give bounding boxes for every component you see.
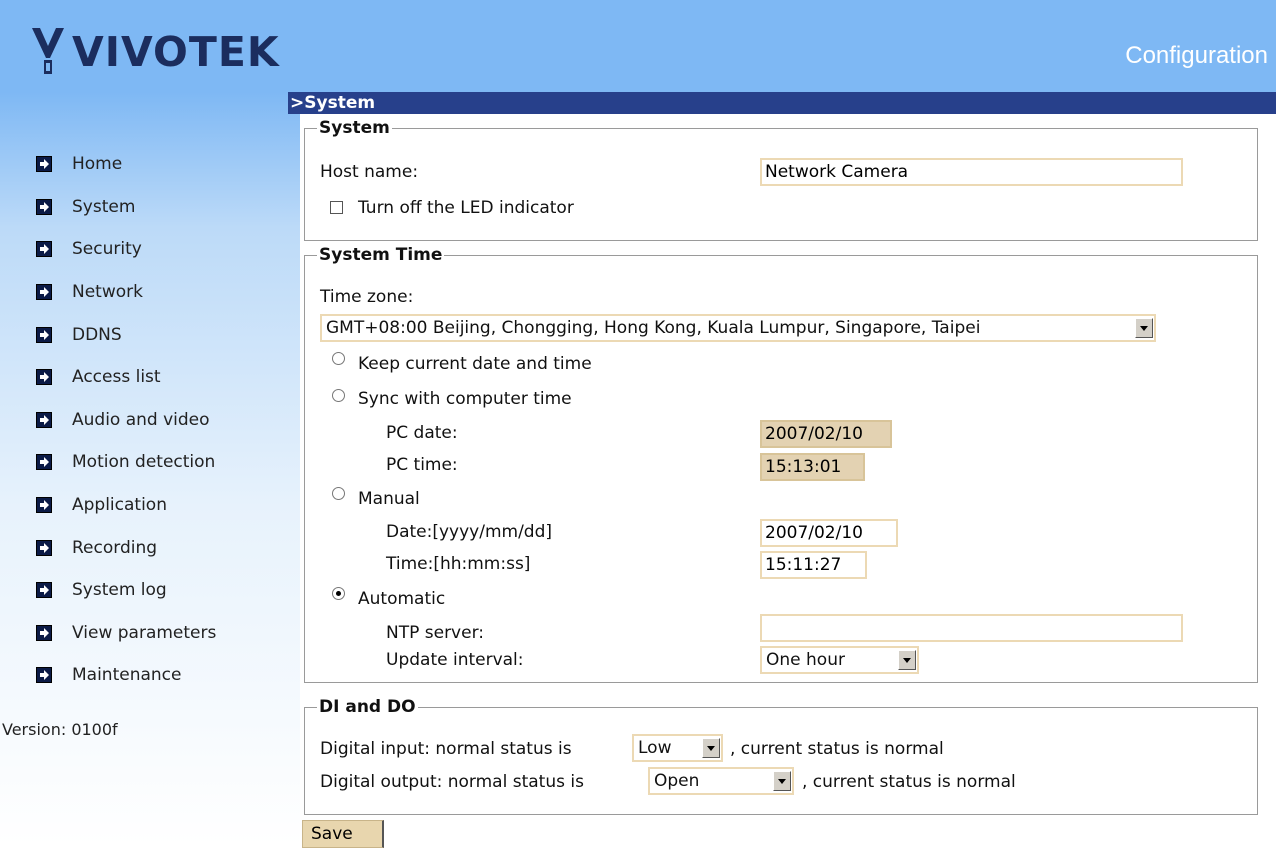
digital-input-prefix: Digital input: normal status is (320, 739, 572, 759)
chevron-down-icon (773, 771, 791, 791)
sidebar-item-ddns[interactable]: DDNS (36, 313, 216, 356)
time-label: Time:[hh:mm:ss] (386, 554, 531, 574)
sidebar-item-label: Maintenance (72, 665, 182, 686)
sidebar-item-home[interactable]: Home (36, 143, 216, 186)
time-input[interactable] (760, 551, 867, 579)
time-zone-value: GMT+08:00 Beijing, Chongging, Hong Kong,… (326, 318, 981, 338)
keep-current-label: Keep current date and time (358, 354, 592, 374)
sidebar-item-access-list[interactable]: Access list (36, 356, 216, 399)
sync-computer-label: Sync with computer time (358, 389, 572, 409)
pc-time-label: PC time: (386, 455, 458, 475)
automatic-label: Automatic (358, 589, 446, 609)
sidebar-item-motion-detection[interactable]: Motion detection (36, 441, 216, 484)
sidebar-item-label: Application (72, 495, 167, 516)
arrow-right-icon (36, 326, 52, 343)
radio-sync-computer[interactable] (332, 389, 345, 402)
host-name-input[interactable] (760, 158, 1183, 186)
sidebar-item-application[interactable]: Application (36, 484, 216, 527)
sidebar-item-audio-video[interactable]: Audio and video (36, 399, 216, 442)
radio-manual[interactable] (332, 487, 345, 500)
system-legend: System (319, 118, 390, 138)
sidebar-item-system-log[interactable]: System log (36, 569, 216, 612)
radio-automatic[interactable] (332, 587, 345, 600)
update-interval-select[interactable]: One hour (760, 646, 919, 674)
host-name-label: Host name: (320, 162, 419, 182)
sidebar-item-view-parameters[interactable]: View parameters (36, 612, 216, 655)
ntp-server-input[interactable] (760, 614, 1183, 642)
sidebar-item-label: DDNS (72, 324, 122, 345)
digital-output-prefix: Digital output: normal status is (320, 772, 584, 792)
arrow-right-icon (36, 411, 52, 428)
chevron-down-icon (1135, 318, 1153, 338)
led-checkbox-label: Turn off the LED indicator (358, 198, 574, 218)
radio-keep-current[interactable] (332, 352, 345, 365)
chevron-down-icon (898, 650, 916, 670)
pc-date-field (760, 420, 892, 448)
sidebar-item-label: Audio and video (72, 409, 210, 430)
sidebar-item-recording[interactable]: Recording (36, 526, 216, 569)
date-label: Date:[yyyy/mm/dd] (386, 522, 553, 542)
save-button[interactable]: Save (302, 820, 384, 848)
ntp-server-label: NTP server: (386, 623, 484, 643)
header-bar: VIVOTEK Configuration (0, 0, 1276, 92)
sidebar-item-label: Motion detection (72, 452, 216, 473)
manual-label: Manual (358, 489, 420, 509)
page-title: Configuration (1125, 42, 1268, 69)
digital-output-suffix: , current status is normal (802, 772, 1016, 792)
logo-text: VIVOTEK (72, 28, 280, 76)
arrow-right-icon (36, 539, 52, 556)
digital-output-value: Open (654, 771, 700, 791)
digital-input-select[interactable]: Low (632, 734, 723, 762)
sidebar-item-label: Network (72, 282, 143, 303)
arrow-right-icon (36, 198, 52, 215)
vivotek-logo: VIVOTEK (30, 22, 280, 82)
sidebar-item-label: System log (72, 580, 167, 601)
update-interval-label: Update interval: (386, 650, 524, 670)
digital-output-select[interactable]: Open (648, 767, 794, 795)
sidebar-item-maintenance[interactable]: Maintenance (36, 654, 216, 697)
sidebar-item-security[interactable]: Security (36, 228, 216, 271)
sidebar-nav: Home System Security Network DDNS Access… (36, 143, 216, 697)
sidebar-item-label: System (72, 196, 136, 217)
time-zone-select[interactable]: GMT+08:00 Beijing, Chongging, Hong Kong,… (320, 314, 1156, 342)
arrow-right-icon (36, 156, 52, 173)
pc-time-field (760, 453, 865, 481)
digital-input-suffix: , current status is normal (730, 739, 944, 759)
digital-input-value: Low (638, 738, 672, 758)
date-input[interactable] (760, 519, 898, 547)
logo-antenna-icon (32, 28, 64, 74)
di-do-legend: DI and DO (319, 697, 416, 717)
sidebar-item-label: Security (72, 239, 142, 260)
arrow-right-icon (36, 497, 52, 514)
sidebar-item-label: Recording (72, 537, 158, 558)
update-interval-value: One hour (766, 650, 845, 670)
section-title-bar: >System (288, 92, 1276, 114)
sidebar-item-label: Access list (72, 367, 161, 388)
arrow-right-icon (36, 369, 52, 386)
system-time-legend: System Time (319, 245, 443, 265)
arrow-right-icon (36, 284, 52, 301)
sidebar-item-label: Home (72, 154, 123, 175)
arrow-right-icon (36, 624, 52, 641)
arrow-right-icon (36, 667, 52, 684)
chevron-down-icon (702, 738, 720, 758)
led-checkbox[interactable] (330, 201, 343, 214)
pc-date-label: PC date: (386, 423, 458, 443)
version-text: Version: 0100f (2, 720, 118, 739)
time-zone-label: Time zone: (320, 287, 414, 307)
arrow-right-icon (36, 582, 52, 599)
sidebar-item-system[interactable]: System (36, 186, 216, 229)
arrow-right-icon (36, 241, 52, 258)
sidebar-item-label: View parameters (72, 622, 217, 643)
sidebar-item-network[interactable]: Network (36, 271, 216, 314)
arrow-right-icon (36, 454, 52, 471)
